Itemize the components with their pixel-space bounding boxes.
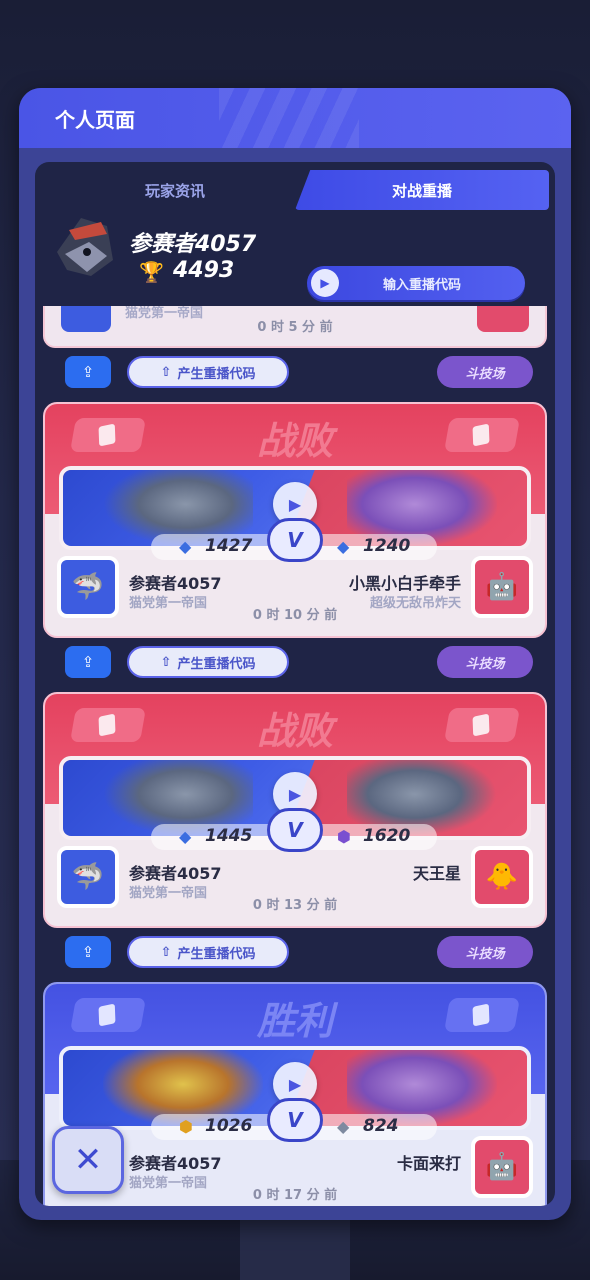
tab-battle-replay[interactable]: 对战重播 — [295, 170, 549, 210]
close-icon: ✕ — [73, 1140, 103, 1180]
left-score: 1026 — [205, 1116, 253, 1136]
play-icon: ▶ — [288, 784, 302, 804]
player-name: 参赛者4057 — [129, 232, 257, 257]
enter-replay-code-label: 输入重播代码 — [382, 277, 461, 293]
replay-list: 猫党第一帝国 0 时 5 分 前 ⇪ ⇧ 产生重播代码 斗技场 战败 ▶ ◆ 1… — [43, 306, 547, 1206]
arena-badge: 斗技场 — [437, 936, 533, 968]
replay-card[interactable]: 战败 ▶ ◆ 1445 V ⬢ 1620 🦈 🐥 参赛者4057 猫党第一帝国 … — [43, 692, 547, 928]
left-score: 1427 — [205, 536, 253, 556]
share-button[interactable]: ⇪ — [65, 936, 111, 968]
share-icon: ⇪ — [81, 943, 95, 961]
right-player-name: 小黑小白手牵手 — [348, 574, 461, 593]
replay-actions: ⇪ ⇧ 产生重播代码 斗技场 — [43, 928, 547, 982]
left-player-name: 参赛者4057 — [129, 864, 222, 883]
shark-icon — [51, 212, 117, 282]
play-icon: ▶ — [311, 269, 339, 297]
generate-replay-code-label: 产生重播代码 — [177, 656, 256, 672]
crystal-icon: ⬢ — [337, 827, 351, 846]
replay-card[interactable]: 战败 ▶ ◆ 1427 V ◆ 1240 🦈 🤖 参赛者4057 猫党第一帝国 … — [43, 402, 547, 638]
generate-replay-code-button[interactable]: ⇧ 产生重播代码 — [127, 646, 289, 678]
match-time: 0 时 5 分 前 — [257, 320, 333, 335]
silver-icon: ◆ — [337, 1117, 350, 1136]
play-icon: ▶ — [288, 1074, 302, 1094]
result-label: 胜利 — [256, 999, 333, 1043]
share-button[interactable]: ⇪ — [65, 646, 111, 678]
score-bar: ⬢ 1026 V ◆ 824 — [59, 1098, 531, 1142]
upload-icon: ⇧ — [160, 944, 172, 960]
tab-player-info[interactable]: 玩家资讯 — [55, 170, 295, 210]
gold-icon: ⬢ — [179, 1117, 193, 1136]
generate-replay-code-label: 产生重播代码 — [177, 366, 256, 382]
enter-replay-code-button[interactable]: ▶ 输入重播代码 — [307, 266, 525, 300]
play-icon: ▶ — [288, 494, 302, 514]
share-icon: ⇪ — [81, 653, 95, 671]
close-button[interactable]: ✕ — [52, 1126, 124, 1194]
left-score: 1445 — [205, 826, 253, 846]
match-time: 0 时 13 分 前 — [252, 898, 338, 913]
generate-replay-code-button[interactable]: ⇧ 产生重播代码 — [127, 936, 289, 968]
score-bar: ◆ 1427 V ◆ 1240 — [59, 518, 531, 562]
right-score: 824 — [363, 1116, 399, 1136]
result-label: 战败 — [256, 709, 333, 753]
replay-card-partial: 猫党第一帝国 0 时 5 分 前 — [43, 306, 547, 348]
diamond-icon: ◆ — [337, 537, 350, 556]
replay-actions: ⇪ ⇧ 产生重播代码 斗技场 — [43, 348, 547, 402]
profile-panel: 个人页面 玩家资讯 对战重播 参赛者4057 🏆 4493 ▶ 输入重播代码 猫… — [19, 88, 571, 1220]
share-icon: ⇪ — [81, 363, 95, 381]
header-decoration — [219, 88, 359, 148]
panel-title: 个人页面 — [55, 107, 135, 132]
trophy-count: 4493 — [173, 258, 235, 283]
panel-body: 玩家资讯 对战重播 参赛者4057 🏆 4493 ▶ 输入重播代码 猫党第一帝国… — [35, 162, 555, 1206]
replay-actions: ⇪ ⇧ 产生重播代码 斗技场 — [43, 638, 547, 692]
trophy-icon: 🏆 — [139, 260, 164, 284]
right-player-name: 卡面来打 — [396, 1154, 461, 1173]
upload-icon: ⇧ — [160, 654, 172, 670]
arena-badge: 斗技场 — [437, 356, 533, 388]
panel-header: 个人页面 — [19, 88, 571, 148]
left-player-name: 参赛者4057 — [129, 574, 222, 593]
generate-replay-code-label: 产生重播代码 — [177, 946, 256, 962]
result-label: 战败 — [256, 419, 333, 463]
right-player-name: 天王星 — [412, 864, 461, 883]
vs-icon: V — [267, 518, 323, 562]
share-button[interactable]: ⇪ — [65, 356, 111, 388]
score-bar: ◆ 1445 V ⬢ 1620 — [59, 808, 531, 852]
right-score: 1240 — [363, 536, 411, 556]
tab-bar: 玩家资讯 对战重播 — [35, 162, 555, 212]
upload-icon: ⇧ — [160, 364, 172, 380]
diamond-icon: ◆ — [179, 537, 192, 556]
diamond-icon: ◆ — [179, 827, 192, 846]
profile-summary: 参赛者4057 🏆 4493 ▶ 输入重播代码 — [35, 212, 555, 302]
match-time: 0 时 10 分 前 — [252, 608, 338, 623]
generate-replay-code-button[interactable]: ⇧ 产生重播代码 — [127, 356, 289, 388]
left-player-name: 参赛者4057 — [129, 1154, 222, 1173]
vs-icon: V — [267, 1098, 323, 1142]
right-score: 1620 — [363, 826, 411, 846]
vs-icon: V — [267, 808, 323, 852]
arena-badge: 斗技场 — [437, 646, 533, 678]
